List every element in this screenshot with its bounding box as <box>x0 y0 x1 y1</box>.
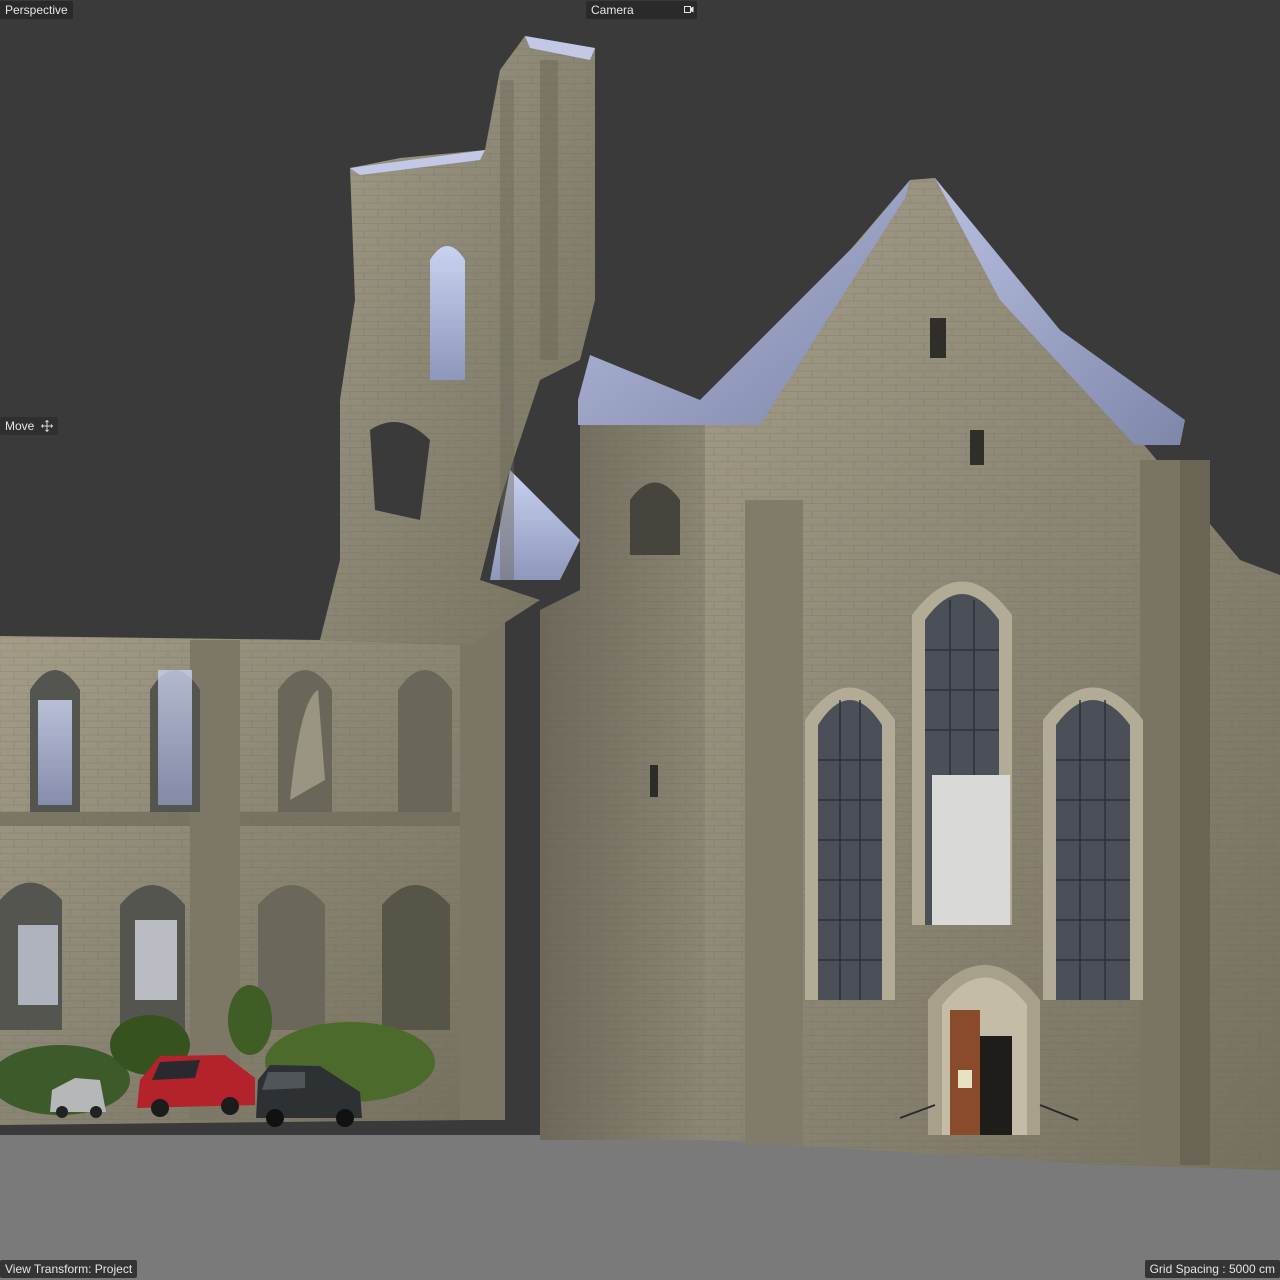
upper-window <box>30 670 80 812</box>
move-icon <box>40 420 53 432</box>
projection-mode-label[interactable]: Perspective <box>0 1 73 19</box>
camera-selector-label: Camera <box>591 3 634 17</box>
upper-window <box>398 670 452 812</box>
view-transform-label: View Transform: Project <box>0 1260 138 1278</box>
ruined-tower <box>320 36 595 645</box>
active-tool-label: Move <box>5 419 35 433</box>
lancet-window-right <box>1043 687 1143 1000</box>
lower-arch <box>0 882 62 1030</box>
upper-window <box>150 670 200 812</box>
lancet-window-left <box>805 687 895 1000</box>
grid-spacing-label: Grid Spacing : 5000 cm <box>1144 1260 1280 1278</box>
lower-arch <box>382 885 450 1030</box>
lower-arch <box>120 885 185 1030</box>
camera-icon <box>684 6 694 13</box>
church-facade <box>540 178 1280 1170</box>
active-tool-indicator[interactable]: Move <box>0 417 58 435</box>
3d-viewport[interactable] <box>0 0 1280 1280</box>
lancet-window-center <box>912 581 1012 925</box>
entrance-portal <box>928 965 1040 1135</box>
upper-window <box>278 670 332 812</box>
camera-selector[interactable]: Camera <box>586 1 697 19</box>
